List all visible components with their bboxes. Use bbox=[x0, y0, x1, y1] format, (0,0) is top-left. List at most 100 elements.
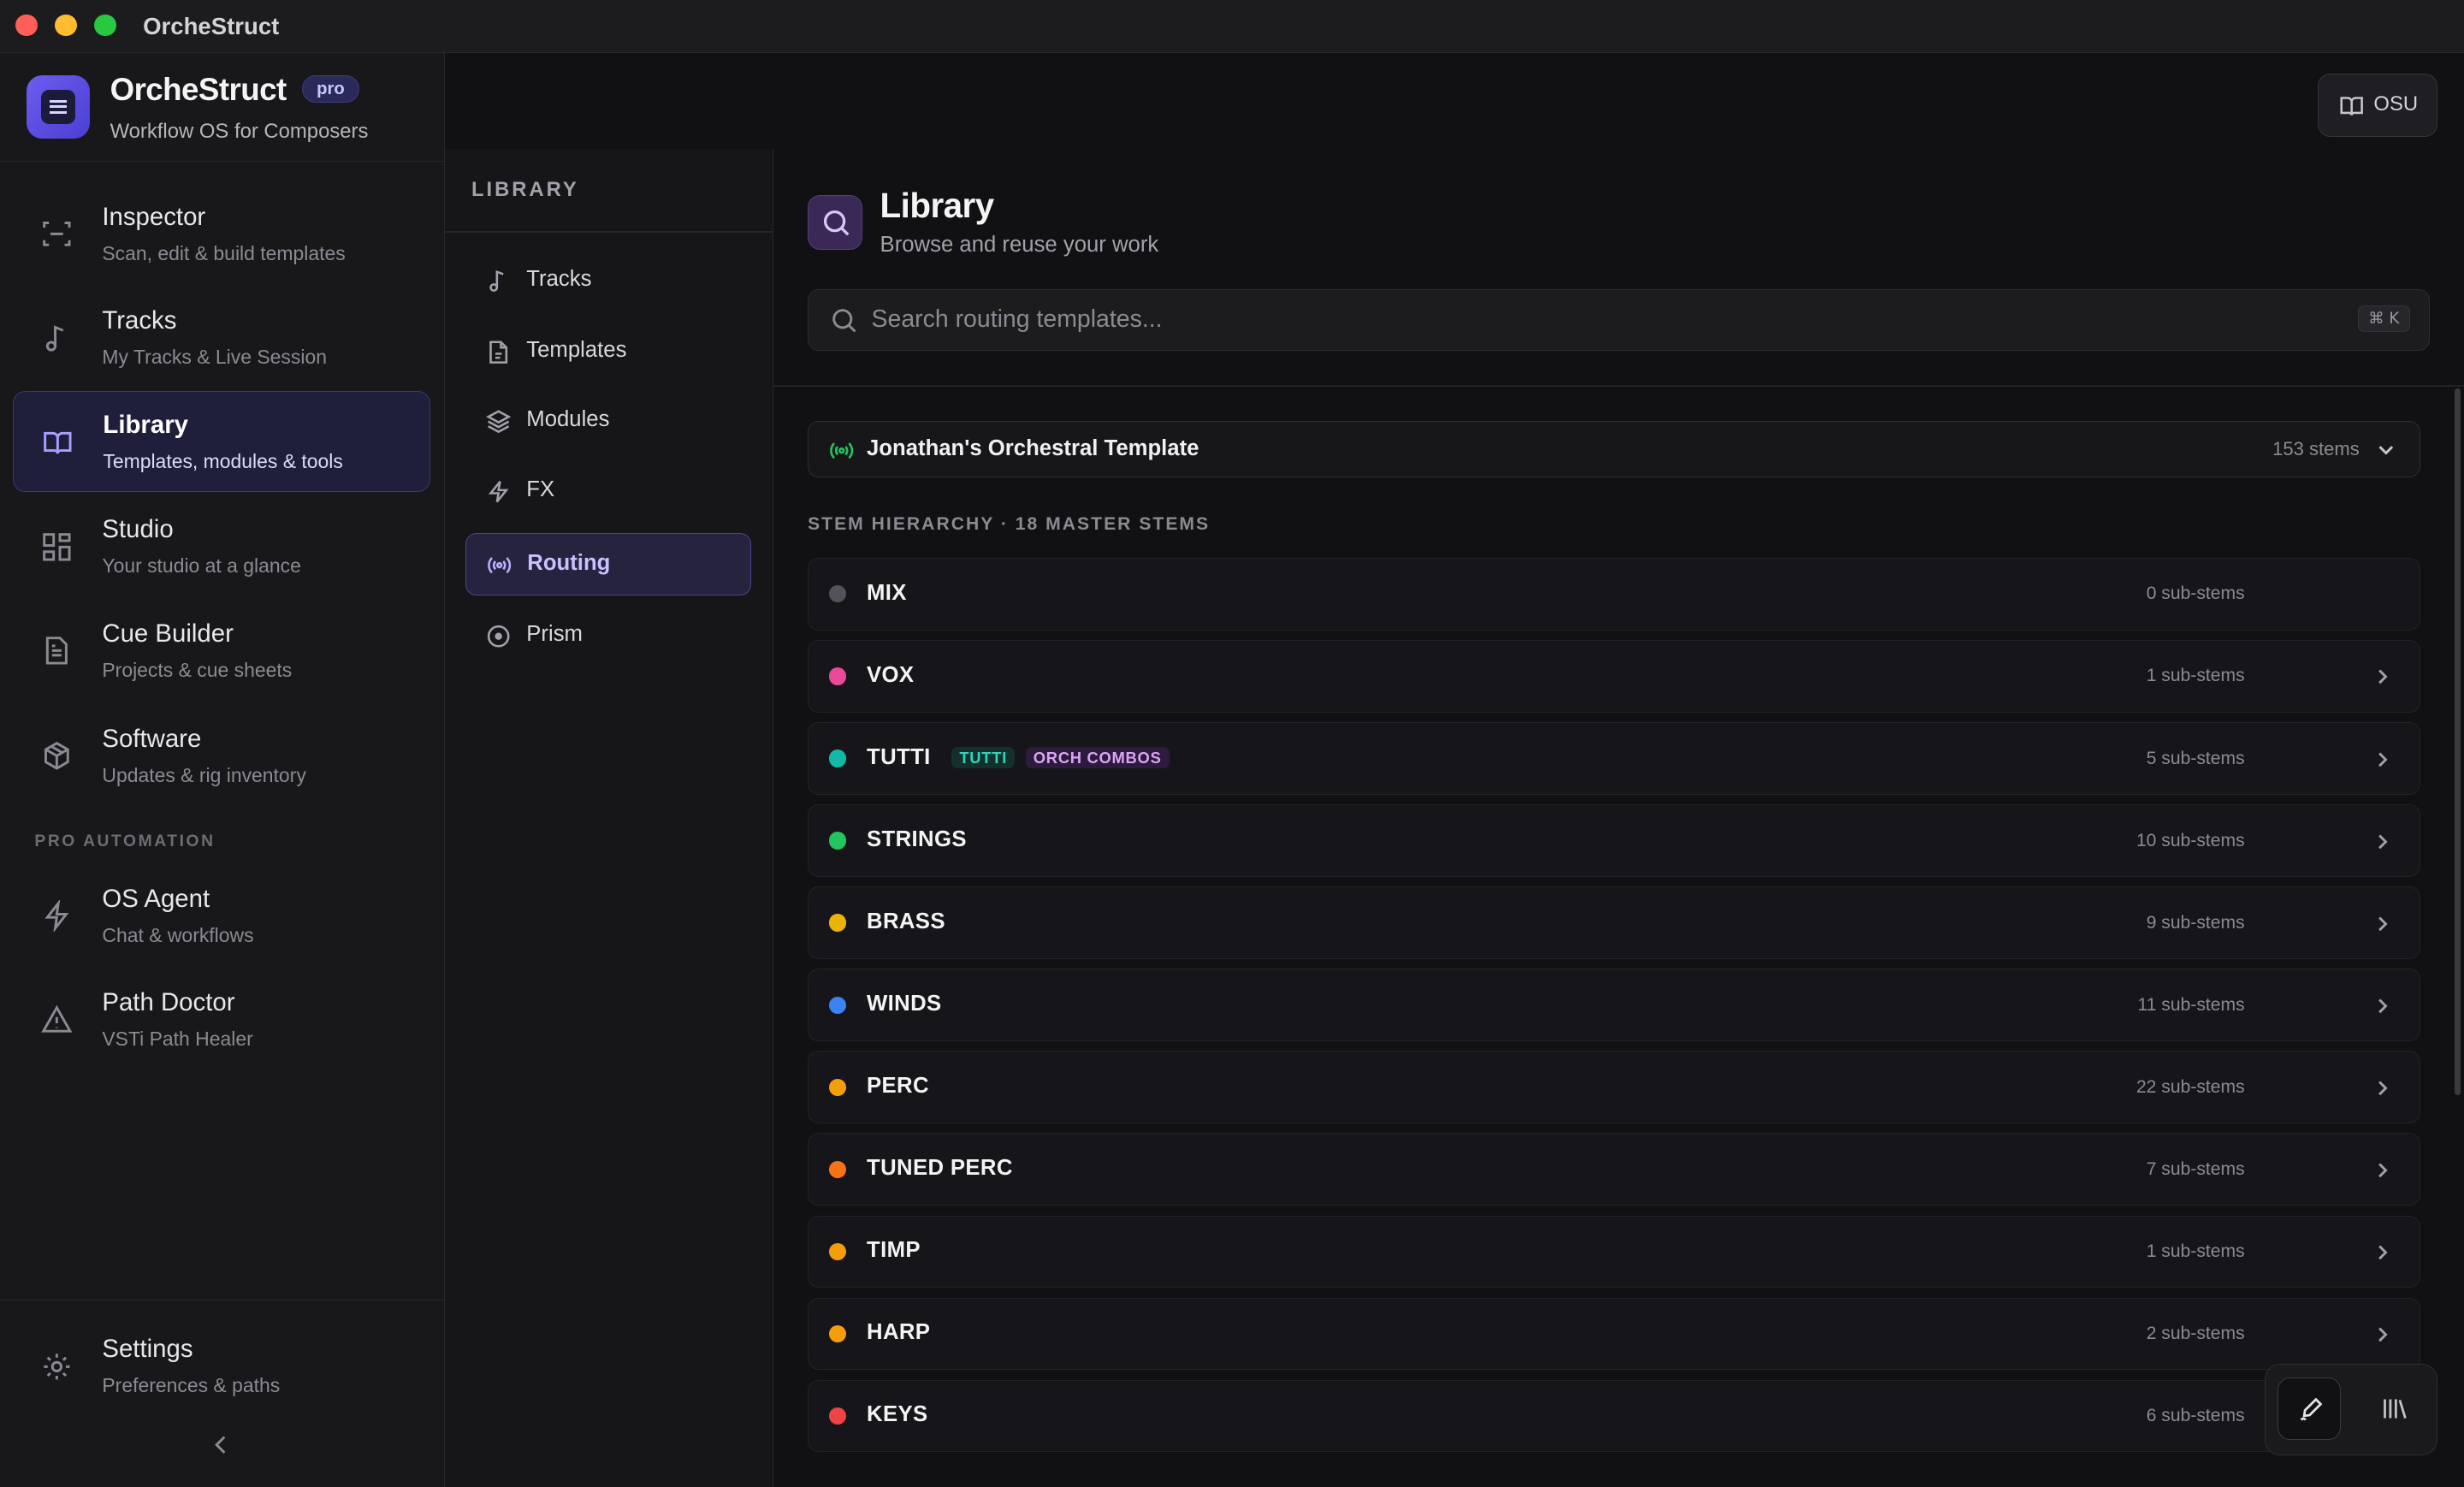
sidebar-item-tracks[interactable]: Tracks My Tracks & Live Session bbox=[13, 287, 431, 388]
sidebar-item-sub: Projects & cue sheets bbox=[102, 658, 293, 681]
book-icon bbox=[2340, 97, 2363, 116]
sidebar-item-label: Settings bbox=[102, 1335, 193, 1364]
search-icon bbox=[808, 194, 863, 251]
floating-toolbar bbox=[2264, 1364, 2437, 1455]
stem-row-tuned-perc[interactable]: TUNED PERC 7 sub-stems bbox=[808, 1133, 2420, 1206]
sidebar-item-os-agent[interactable]: OS Agent Chat & workflows bbox=[13, 866, 431, 967]
subnav-item-prism[interactable]: Prism bbox=[465, 605, 751, 667]
stem-color-dot bbox=[828, 832, 847, 850]
stem-row-keys[interactable]: KEYS 6 sub-stems bbox=[808, 1379, 2420, 1453]
bolt-icon bbox=[488, 481, 509, 503]
stem-name: TUNED PERC bbox=[867, 1156, 1013, 1181]
stem-row-strings[interactable]: STRINGS 10 sub-stems bbox=[808, 804, 2420, 877]
gear-icon bbox=[44, 1354, 70, 1380]
stem-substem-count: 11 sub-stems bbox=[2137, 994, 2245, 1015]
stem-name: MIX bbox=[867, 580, 907, 605]
search-bar[interactable]: ⌘ K bbox=[808, 288, 2430, 351]
sidebar-item-label: OS Agent bbox=[102, 885, 210, 914]
chevron-right-icon bbox=[2378, 1327, 2389, 1342]
app-window: OrcheStruct OrcheStruct pro Workflow OS … bbox=[0, 0, 2464, 1487]
broadcast-icon bbox=[487, 556, 511, 573]
stem-name: HARP bbox=[867, 1320, 931, 1345]
main-panel: Library Browse and reuse your work ⌘ K J… bbox=[773, 149, 2464, 1487]
stem-hierarchy-label: STEM HIERARCHY · 18 MASTER STEMS bbox=[808, 513, 1211, 534]
search-input[interactable] bbox=[871, 300, 2286, 339]
chevron-right-icon bbox=[2378, 916, 2389, 931]
sidebar-item-sub: Preferences & paths bbox=[102, 1374, 281, 1397]
sidebar-item-sub: Templates, modules & tools bbox=[103, 450, 343, 473]
osu-button[interactable]: OSU bbox=[2318, 74, 2437, 137]
stem-tag: ORCH COMBOS bbox=[1025, 746, 1170, 769]
stem-substem-count: 10 sub-stems bbox=[2135, 830, 2245, 850]
sidebar-item-label: Tracks bbox=[102, 306, 177, 335]
chevron-right-icon bbox=[2378, 1163, 2389, 1178]
sidebar-item-label: Path Doctor bbox=[102, 988, 235, 1017]
sidebar-item-inspector[interactable]: Inspector Scan, edit & build templates bbox=[13, 184, 431, 285]
app-logo-icon bbox=[27, 75, 90, 139]
stem-substem-count: 5 sub-stems bbox=[2146, 748, 2245, 768]
sidebar-item-path-doctor[interactable]: Path Doctor VSTi Path Healer bbox=[13, 969, 431, 1070]
title-bar: OrcheStruct bbox=[0, 0, 2464, 54]
sidebar-item-cue-builder[interactable]: Cue Builder Projects & cue sheets bbox=[13, 601, 431, 702]
template-selector[interactable]: Jonathan's Orchestral Template 153 stems bbox=[808, 421, 2420, 478]
stem-color-dot bbox=[828, 749, 847, 767]
sidebar-item-sub: My Tracks & Live Session bbox=[102, 346, 327, 369]
scrollbar[interactable] bbox=[2454, 388, 2461, 1096]
sidebar-item-sub: Scan, edit & build templates bbox=[102, 241, 346, 264]
brand-header: OrcheStruct pro Workflow OS for Composer… bbox=[0, 53, 445, 163]
stem-row-timp[interactable]: TIMP 1 sub-stems bbox=[808, 1215, 2420, 1288]
subnav-header: LIBRARY bbox=[471, 177, 579, 201]
stem-name: STRINGS bbox=[867, 826, 967, 851]
chevron-right-icon bbox=[2378, 834, 2389, 849]
template-name: Jonathan's Orchestral Template bbox=[867, 435, 1199, 460]
sidebar-item-software[interactable]: Software Updates & rig inventory bbox=[13, 706, 431, 807]
sidebar-item-label: Software bbox=[102, 724, 202, 753]
warning-icon bbox=[40, 1004, 73, 1033]
music-note-icon bbox=[489, 270, 504, 293]
stem-name: VOX bbox=[867, 662, 915, 687]
top-toolbar: OSU bbox=[444, 53, 2464, 150]
stem-row-harp[interactable]: HARP 2 sub-stems bbox=[808, 1297, 2420, 1371]
stem-color-dot bbox=[828, 585, 847, 603]
subnav-item-modules[interactable]: Modules bbox=[465, 389, 751, 452]
package-icon bbox=[44, 742, 69, 770]
pen-tool-button[interactable] bbox=[2277, 1377, 2341, 1441]
subnav-item-label: FX bbox=[526, 477, 555, 502]
stem-name: KEYS bbox=[867, 1402, 928, 1427]
stem-color-dot bbox=[828, 914, 847, 932]
collapse-sidebar-icon[interactable] bbox=[209, 1432, 234, 1457]
subnav-item-templates[interactable]: Templates bbox=[465, 321, 751, 383]
sidebar-item-settings[interactable]: Settings Preferences & paths bbox=[13, 1316, 431, 1417]
stem-substem-count: 0 sub-stems bbox=[2146, 584, 2245, 604]
stem-name: TIMP bbox=[867, 1238, 921, 1263]
library-shelf-button[interactable] bbox=[2363, 1377, 2426, 1440]
stem-row-brass[interactable]: BRASS 9 sub-stems bbox=[808, 886, 2420, 959]
stem-color-dot bbox=[828, 1242, 847, 1260]
subnav-item-label: Modules bbox=[526, 406, 610, 431]
sidebar-item-sub: Chat & workflows bbox=[102, 923, 254, 946]
library-subnav: LIBRARY Tracks Templates Modules FX Rout… bbox=[444, 149, 773, 1487]
sidebar-item-studio[interactable]: Studio Your studio at a glance bbox=[13, 496, 431, 597]
chevron-right-icon bbox=[2378, 1245, 2389, 1260]
zoom-window-button[interactable] bbox=[94, 14, 116, 37]
stem-row-mix[interactable]: MIX 0 sub-stems bbox=[808, 558, 2420, 631]
sidebar-item-label: Library bbox=[103, 411, 188, 440]
sidebar-footer: Settings Preferences & paths bbox=[0, 1299, 445, 1487]
sidebar-item-library[interactable]: Library Templates, modules & tools bbox=[12, 391, 431, 492]
stem-name: BRASS bbox=[867, 909, 945, 933]
subnav-item-fx[interactable]: FX bbox=[465, 460, 751, 523]
close-window-button[interactable] bbox=[15, 14, 38, 37]
minimize-window-button[interactable] bbox=[55, 14, 77, 37]
bolt-icon bbox=[44, 900, 69, 933]
chevron-right-icon bbox=[2378, 669, 2389, 684]
stem-row-winds[interactable]: WINDS 11 sub-stems bbox=[808, 969, 2420, 1041]
stem-row-vox[interactable]: VOX 1 sub-stems bbox=[808, 640, 2420, 713]
window-title: OrcheStruct bbox=[143, 12, 280, 39]
subnav-item-routing[interactable]: Routing bbox=[465, 532, 751, 596]
stem-row-perc[interactable]: PERC 22 sub-stems bbox=[808, 1051, 2420, 1123]
stem-row-tutti[interactable]: TUTTI TUTTI ORCH COMBOS 5 sub-stems bbox=[808, 722, 2420, 795]
stem-substem-count: 1 sub-stems bbox=[2146, 666, 2245, 686]
library-icon bbox=[2383, 1399, 2407, 1419]
subnav-item-tracks[interactable]: Tracks bbox=[465, 250, 751, 312]
stem-substem-count: 1 sub-stems bbox=[2146, 1241, 2245, 1261]
